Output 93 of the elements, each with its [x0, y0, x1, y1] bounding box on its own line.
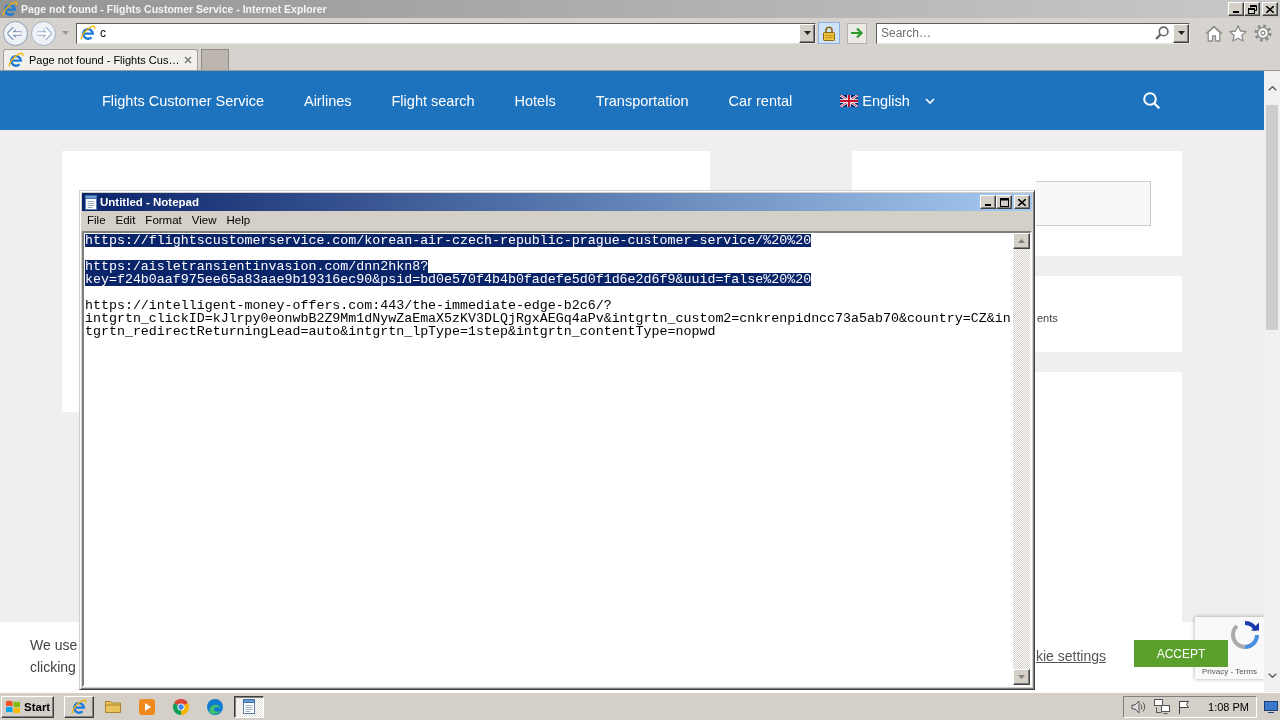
chevron-down-icon	[924, 97, 935, 104]
close-button[interactable]	[1014, 195, 1030, 209]
play-icon	[139, 698, 155, 715]
scrollbar-track[interactable]	[1264, 71, 1280, 692]
favorites-button[interactable]	[1229, 24, 1247, 42]
restore-button[interactable]	[1244, 2, 1260, 16]
scrollbar-thumb[interactable]	[1266, 105, 1278, 330]
search-bar[interactable]: Search…	[876, 22, 1190, 44]
cookie-text: We use	[30, 636, 78, 655]
home-icon	[1205, 24, 1223, 42]
arrow-right-icon	[31, 20, 56, 46]
close-icon	[184, 56, 193, 64]
e-logo-icon	[8, 52, 24, 68]
caret-icon	[61, 31, 69, 35]
uk-flag-icon	[840, 94, 859, 107]
search-button[interactable]	[1143, 92, 1160, 109]
settings-button[interactable]	[1254, 24, 1272, 42]
star-icon	[1229, 24, 1247, 42]
close-icon	[1018, 198, 1026, 206]
language-selector[interactable]: English	[840, 92, 935, 109]
text-line: https://intelligent-money-offers.com:443/the-immediate-edge-b2c6/?	[85, 299, 612, 312]
restore-icon	[1247, 4, 1257, 14]
speaker-icon[interactable]	[1131, 699, 1147, 714]
text-line: tgrtn_redirectReturningLead=auto&intgrtn_lpType=1step&intgrtn_contentType=nopwd	[85, 325, 716, 338]
settings-icon	[1254, 24, 1272, 42]
browser-tab[interactable]: Page not found - Flights Cus…	[3, 49, 198, 70]
dropdown-button[interactable]	[1173, 23, 1189, 43]
menu-item[interactable]: File	[82, 212, 111, 229]
search-icon	[1155, 26, 1169, 40]
caret-icon	[803, 31, 811, 35]
flag-logo-icon	[5, 699, 21, 714]
nav-link[interactable]: Transportation	[595, 92, 689, 109]
nav-link[interactable]: Car rental	[728, 92, 793, 109]
security-button[interactable]	[818, 22, 840, 44]
monitor-icon	[1264, 700, 1278, 713]
search-button[interactable]	[1155, 26, 1169, 40]
lock-icon	[823, 25, 835, 41]
taskbar-button[interactable]	[234, 695, 264, 718]
minimize-icon	[1233, 11, 1239, 13]
e-logo-icon	[71, 698, 87, 715]
close-icon	[1266, 5, 1274, 13]
caret-icon	[1177, 31, 1185, 35]
maximize-icon	[999, 197, 1009, 207]
search-input[interactable]: Search…	[877, 23, 1155, 43]
show-desktop-button[interactable]	[1264, 700, 1278, 713]
home-button[interactable]	[1205, 24, 1223, 42]
e-logo-icon	[2, 1, 18, 17]
notepad-icon	[85, 194, 97, 210]
caret-down-icon	[1018, 675, 1025, 679]
scroll-up-button[interactable]	[1013, 233, 1030, 249]
nav-link[interactable]: Flights Customer Service	[102, 92, 264, 109]
caret-up-icon	[1018, 239, 1025, 243]
chevron-down-icon	[1267, 672, 1277, 678]
chevron-up-icon	[1267, 85, 1277, 91]
dropdown-button[interactable]	[799, 23, 815, 43]
go-button[interactable]	[847, 22, 867, 44]
cookie-text: clicking	[30, 658, 76, 677]
recaptcha-links[interactable]: Privacy - Terms	[1202, 667, 1257, 676]
circular-arrows-icon	[1230, 620, 1260, 650]
arrow-left-icon	[3, 20, 28, 46]
input-field[interactable]	[1036, 181, 1151, 226]
folder-icon	[105, 700, 121, 713]
widget-text: ents	[1037, 312, 1058, 324]
menu-item[interactable]: Format	[140, 212, 187, 229]
minimize-button[interactable]	[980, 195, 996, 209]
search-icon	[1143, 92, 1160, 109]
flag-icon[interactable]	[1178, 699, 1191, 714]
swirl-logo-icon	[207, 698, 223, 715]
arrow-right-icon	[850, 27, 864, 39]
minimize-button[interactable]	[1228, 2, 1244, 16]
menu-item[interactable]: Edit	[110, 212, 141, 229]
maximize-button[interactable]	[996, 195, 1012, 209]
scroll-down-button[interactable]	[1013, 669, 1030, 685]
menu-item[interactable]: Help	[221, 212, 256, 229]
tab-close-button[interactable]	[184, 56, 193, 64]
notepad-icon	[243, 699, 255, 714]
circle-logo-icon	[173, 698, 189, 715]
window-title: Page not found - Flights Customer Service - Internet Explorer	[21, 2, 328, 16]
text-line: intgrtn_clickID=kJlrpy0eonwbB2Z9Mm1dNywZaEmaX5zKV3DLQjRgxAEGq4aPv&intgrtn_custom2=cnkrenpidncc73a5ab70&country=CZ&in	[85, 312, 1011, 325]
back-button[interactable]	[3, 20, 28, 46]
minimize-icon	[985, 204, 991, 206]
e-logo-icon	[80, 25, 96, 41]
nav-link[interactable]: Airlines	[303, 92, 352, 109]
cookie-settings-link[interactable]: kie settings	[1035, 647, 1106, 665]
clock: 1:08 PM	[1208, 700, 1249, 713]
nav-link[interactable]: Hotels	[514, 92, 556, 109]
nav-link[interactable]: Flight search	[391, 92, 475, 109]
menu-item[interactable]: View	[186, 212, 222, 229]
scrollbar-track[interactable]	[1013, 233, 1030, 685]
window-title: Untitled - Notepad	[100, 196, 201, 208]
network-icon[interactable]	[1154, 699, 1171, 714]
start-button[interactable]: Start	[1, 695, 54, 718]
close-button[interactable]	[1262, 2, 1278, 16]
